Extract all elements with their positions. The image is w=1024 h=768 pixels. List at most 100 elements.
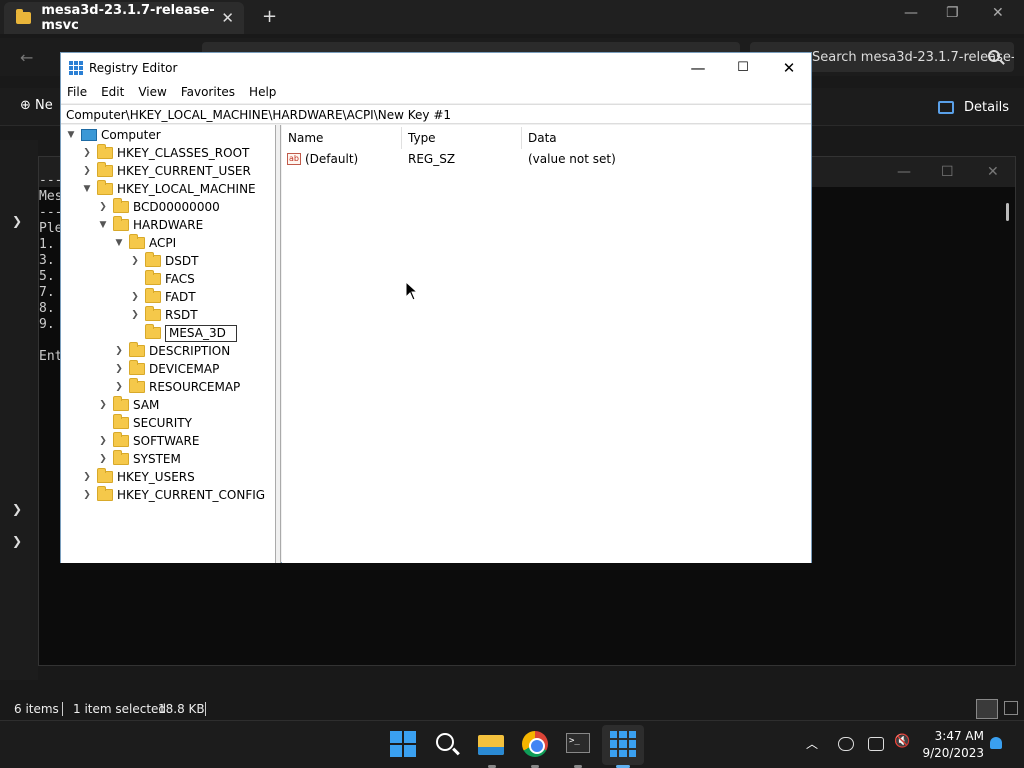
chevron-right-icon[interactable]: ❯	[113, 364, 125, 374]
restore-icon[interactable]: ❐	[946, 5, 959, 21]
status-size: 18.8 KB	[158, 702, 205, 716]
chevron-right-icon[interactable]: ❯	[12, 502, 22, 516]
tree-node-devicemap[interactable]: ❯ DEVICEMAP	[113, 360, 219, 378]
close-icon[interactable]: ✕	[774, 57, 804, 79]
onedrive-cloud-icon[interactable]	[838, 737, 854, 751]
chevron-right-icon[interactable]: ❯	[81, 472, 93, 482]
clock-date[interactable]: 9/20/2023	[920, 746, 984, 760]
new-tab-icon[interactable]: +	[262, 6, 277, 27]
start-windows-icon[interactable]	[390, 731, 416, 757]
network-icon[interactable]	[868, 737, 884, 751]
registry-editor-icon[interactable]	[610, 731, 636, 757]
volume-muted-icon[interactable]: 🔇	[894, 734, 910, 749]
chevron-right-icon[interactable]: ❯	[81, 148, 93, 158]
file-explorer-icon[interactable]	[478, 735, 504, 755]
chevron-right-icon[interactable]: ❯	[97, 454, 109, 464]
folder-icon	[145, 288, 161, 303]
tree-label: HKEY_LOCAL_MACHINE	[117, 182, 256, 196]
tree-node-software[interactable]: ❯ SOFTWARE	[97, 432, 199, 450]
minimize-icon[interactable]: —	[683, 57, 713, 79]
tree-node-hku[interactable]: ❯ HKEY_USERS	[81, 468, 195, 486]
chevron-right-icon[interactable]: ❯	[97, 202, 109, 212]
explorer-tab[interactable]: mesa3d-23.1.7-release-msvc ✕	[4, 2, 244, 34]
show-hidden-icons-chevron-icon[interactable]: ︿	[806, 735, 818, 752]
console-scrollbar[interactable]	[1006, 203, 1009, 221]
tree-node-hkcu[interactable]: ❯ HKEY_CURRENT_USER	[81, 162, 251, 180]
maximize-icon[interactable]: ☐	[941, 164, 954, 180]
tiles-view-icon[interactable]	[1004, 701, 1018, 715]
back-arrow-icon[interactable]: ←	[20, 48, 33, 67]
value-name-cell: ab (Default)	[282, 152, 402, 170]
tree-node-hkcr[interactable]: ❯ HKEY_CLASSES_ROOT	[81, 144, 249, 162]
chevron-down-icon[interactable]: ▼	[97, 220, 109, 230]
menu-help[interactable]: Help	[249, 83, 282, 103]
chrome-icon[interactable]	[522, 731, 548, 757]
chevron-right-icon[interactable]: ❯	[97, 400, 109, 410]
tree-node-new-key[interactable]: MESA_3D	[129, 324, 237, 342]
folder-icon	[145, 324, 161, 339]
tree-node-hkcc[interactable]: ❯ HKEY_CURRENT_CONFIG	[81, 486, 265, 504]
folder-icon	[145, 306, 161, 321]
chevron-down-icon[interactable]: ▼	[113, 238, 125, 248]
column-header-data[interactable]: Data	[522, 127, 810, 149]
folder-icon	[97, 162, 113, 177]
registry-address-bar[interactable]: Computer\HKEY_LOCAL_MACHINE\HARDWARE\ACP…	[61, 104, 811, 124]
search-icon[interactable]	[436, 733, 454, 751]
explorer-status-bar: 6 items 1 item selected 18.8 KB	[0, 696, 1024, 720]
tree-node-rsdt[interactable]: ❯ RSDT	[129, 306, 198, 324]
tree-node-sam[interactable]: ❯ SAM	[97, 396, 159, 414]
column-header-type[interactable]: Type	[402, 127, 522, 149]
chevron-right-icon[interactable]: ❯	[97, 436, 109, 446]
terminal-icon[interactable]: >_	[566, 733, 590, 753]
tree-node-security[interactable]: SECURITY	[97, 414, 192, 432]
chevron-down-icon[interactable]: ▼	[81, 184, 93, 194]
chevron-right-icon[interactable]: ❯	[12, 214, 22, 228]
menu-edit[interactable]: Edit	[101, 83, 130, 103]
tree-node-acpi[interactable]: ▼ ACPI	[113, 234, 176, 252]
minimize-icon[interactable]: —	[897, 164, 911, 180]
tree-node-dsdt[interactable]: ❯ DSDT	[129, 252, 198, 270]
console-line: 8.	[39, 301, 55, 316]
minimize-icon[interactable]: —	[904, 5, 918, 21]
tree-node-description[interactable]: ❯ DESCRIPTION	[113, 342, 230, 360]
chevron-right-icon[interactable]: ❯	[81, 490, 93, 500]
details-view-icon[interactable]	[976, 699, 998, 719]
value-type: REG_SZ	[408, 152, 456, 166]
menu-file[interactable]: File	[67, 83, 93, 103]
pane-splitter[interactable]	[276, 125, 281, 563]
value-row[interactable]: ab (Default) REG_SZ (value not set)	[282, 152, 810, 170]
clock-time[interactable]: 3:47 AM	[930, 729, 984, 743]
notification-bell-icon[interactable]	[990, 737, 1002, 749]
new-button[interactable]: ⊕ Ne	[20, 98, 53, 113]
maximize-icon[interactable]: ☐	[728, 57, 758, 79]
details-button[interactable]: Details	[938, 100, 1009, 115]
tree-node-resourcemap[interactable]: ❯ RESOURCEMAP	[113, 378, 240, 396]
rename-key-input[interactable]: MESA_3D	[165, 324, 237, 342]
chevron-right-icon[interactable]: ❯	[81, 166, 93, 176]
chevron-right-icon[interactable]: ❯	[129, 310, 141, 320]
registry-tree: ▼ Computer ❯ HKEY_CLASSES_ROOT ❯ HKEY_CU…	[61, 125, 276, 563]
tree-node-hklm[interactable]: ▼ HKEY_LOCAL_MACHINE	[81, 180, 256, 198]
search-icon[interactable]	[988, 50, 1000, 62]
console-line: 7.	[39, 285, 55, 300]
menu-view[interactable]: View	[138, 83, 172, 103]
menu-favorites[interactable]: Favorites	[181, 83, 241, 103]
chevron-right-icon[interactable]: ❯	[129, 256, 141, 266]
close-tab-icon[interactable]: ✕	[221, 9, 234, 27]
tree-node-hardware[interactable]: ▼ HARDWARE	[97, 216, 203, 234]
close-icon[interactable]: ✕	[992, 5, 1004, 21]
chevron-right-icon[interactable]: ❯	[129, 292, 141, 302]
chevron-right-icon[interactable]: ❯	[12, 534, 22, 548]
tree-node-bcd[interactable]: ❯ BCD00000000	[97, 198, 220, 216]
tree-node-computer[interactable]: ▼ Computer	[65, 126, 161, 144]
chevron-right-icon[interactable]: ❯	[113, 382, 125, 392]
tree-node-system[interactable]: ❯ SYSTEM	[97, 450, 181, 468]
tree-node-fadt[interactable]: ❯ FADT	[129, 288, 196, 306]
close-icon[interactable]: ✕	[987, 164, 999, 180]
tree-label: SYSTEM	[133, 452, 181, 466]
column-header-name[interactable]: Name	[282, 127, 402, 149]
tree-node-facs[interactable]: FACS	[129, 270, 195, 288]
chevron-down-icon[interactable]: ▼	[65, 130, 77, 140]
details-pane-icon	[938, 101, 954, 114]
chevron-right-icon[interactable]: ❯	[113, 346, 125, 356]
